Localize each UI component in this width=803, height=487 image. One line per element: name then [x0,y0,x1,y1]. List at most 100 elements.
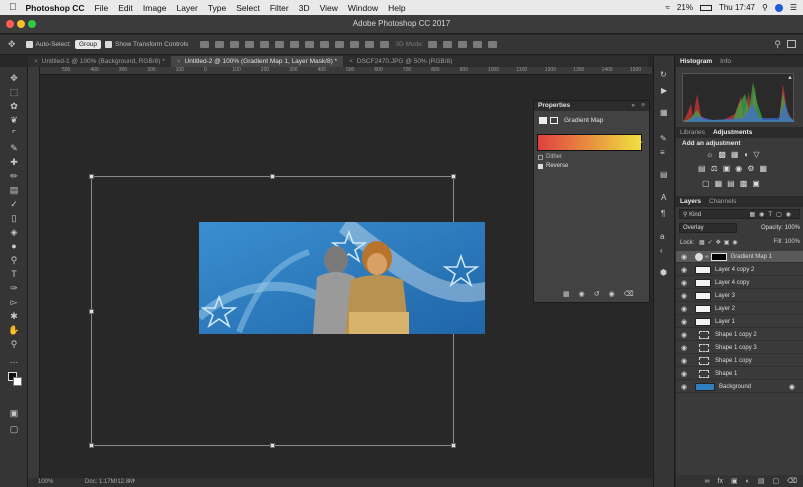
notification-center-icon[interactable]: ☰ [790,3,797,12]
exposure-icon[interactable]: ◖ [743,150,748,159]
custom-shape-tool-icon[interactable]: ✱ [7,310,21,322]
doc-tab-untitled-2[interactable]: × Untitled-2 @ 100% (Gradient Map 1, Laye… [170,56,344,67]
menu-window[interactable]: Window [348,3,378,13]
menu-layer[interactable]: Layer [177,3,198,13]
crop-tool-icon[interactable]: ⌜ [7,128,21,140]
layer-style-icon[interactable]: fx [718,478,723,485]
layer-row[interactable]: ◉ Layer 4 copy 2 [676,264,803,276]
paragraph-styles-icon[interactable]: ‹ [660,246,663,255]
layer-row[interactable]: ◉ Layer 3 [676,290,803,302]
curves-icon[interactable]: ▦ [731,150,739,159]
color-lookup-icon[interactable]: ▦ [759,164,767,173]
vertical-ruler[interactable] [28,67,40,481]
3d-roll-icon[interactable] [442,41,452,48]
histogram-warning-icon[interactable]: ▲ [787,75,793,81]
eye-visibility-icon[interactable]: ◉ [681,292,691,300]
wifi-icon[interactable]: ≈ [666,3,670,12]
layer-row[interactable]: ◉ ∞ Gradient Map 1 [676,251,803,263]
lock-icons[interactable]: ▦✓✥▣◉ [699,240,741,246]
type-tool-icon[interactable]: T [7,268,21,280]
close-tab-icon[interactable]: × [349,58,353,65]
eraser-tool-icon[interactable]: ▯ [7,212,21,224]
properties-panel-icon[interactable]: ▦ [660,108,668,117]
menu-image[interactable]: Image [143,3,167,13]
reverse-checkbox[interactable] [538,163,543,169]
more-tools-icon[interactable]: … [7,354,21,366]
tab-libraries[interactable]: Libraries [676,129,709,136]
brush-panel-icon[interactable]: ✎ [660,134,667,143]
gradient-preview[interactable] [537,134,642,151]
distribute-top-icon[interactable] [290,41,300,48]
screen-mode-icon[interactable]: ▢ [7,423,21,435]
hand-tool-icon[interactable]: ✋ [7,324,21,336]
link-layers-icon[interactable]: ∞ [705,478,710,485]
3d-panel-icon[interactable]: ⬢ [660,268,667,277]
search-icon[interactable]: ⚲ [774,39,781,50]
panel-menu-icon[interactable]: ≡ [641,102,645,109]
doc-size[interactable]: Doc: 1.17M/12.8M [85,479,134,485]
3d-orbit-icon[interactable] [427,41,437,48]
mask-icon[interactable] [550,117,558,124]
collapse-panel-icon[interactable]: » [631,102,635,109]
zoom-tool-icon[interactable]: ⚲ [7,338,21,350]
delete-icon[interactable]: ⌫ [624,290,634,298]
document-image[interactable] [199,222,485,334]
transform-handle[interactable] [451,443,456,448]
battery-icon[interactable] [699,4,712,11]
opacity-field[interactable]: Opacity: 100% [761,225,800,231]
eye-visibility-icon[interactable]: ◉ [681,253,691,261]
character-panel-icon[interactable]: A [661,193,666,202]
hue-saturation-icon[interactable]: ▤ [698,164,706,173]
distribute-vcenter-icon[interactable] [305,41,315,48]
dither-checkbox[interactable] [538,154,543,160]
vibrance-icon[interactable]: ▽ [753,150,759,159]
history-brush-tool-icon[interactable]: ✓ [7,198,21,210]
new-layer-icon[interactable]: ▢ [772,477,779,485]
auto-select-dropdown[interactable]: Group [74,40,102,49]
actions-panel-icon[interactable]: ▶ [661,86,667,95]
distribute-right-icon[interactable] [365,41,375,48]
quick-select-tool-icon[interactable]: ❦ [7,114,21,126]
color-balance-icon[interactable]: ⚖ [711,164,718,173]
layer-row[interactable]: ◉ Shape 1 copy [676,355,803,367]
brush-presets-icon[interactable]: ≡ [660,148,665,157]
tab-layers[interactable]: Layers [676,198,705,205]
menu-help[interactable]: Help [388,3,405,13]
spotlight-search-icon[interactable]: ⚲ [762,3,768,12]
blend-mode-dropdown[interactable]: Overlay [679,223,737,233]
menu-filter[interactable]: Filter [270,3,289,13]
brush-tool-icon[interactable]: ✏ [7,170,21,182]
eye-visibility-icon[interactable]: ◉ [681,331,691,339]
threshold-icon[interactable]: ▤ [727,179,735,188]
brightness-contrast-icon[interactable]: ☼ [706,150,713,159]
new-group-icon[interactable]: ▤ [758,477,765,485]
healing-brush-tool-icon[interactable]: ✚ [7,156,21,168]
eye-visibility-icon[interactable]: ◉ [681,279,691,287]
tab-histogram[interactable]: Histogram [676,58,716,65]
filter-type-icons[interactable]: ▦◉T▢◉ [750,211,795,218]
gradient-dropdown-chevron-icon[interactable]: ⌄ [638,137,644,145]
3d-slide-icon[interactable] [472,41,482,48]
menu-edit[interactable]: Edit [118,3,133,13]
new-adjustment-icon[interactable]: ◐ [746,478,750,485]
levels-icon[interactable]: ▩ [718,150,726,159]
paint-bucket-tool-icon[interactable]: ◈ [7,226,21,238]
eye-visibility-icon[interactable]: ◉ [681,383,691,391]
align-hcenter-icon[interactable] [260,41,270,48]
menu-file[interactable]: File [95,3,109,13]
layer-row[interactable]: ◉ Layer 1 [676,316,803,328]
lasso-tool-icon[interactable]: ✿ [7,100,21,112]
align-vcenter-icon[interactable] [215,41,225,48]
transform-handle[interactable] [270,443,275,448]
layer-filter-bar[interactable]: ⚲ Kind ▦◉T▢◉ [679,209,800,219]
status-menu-chevron-icon[interactable]: › [133,478,135,484]
layer-mask-thumb[interactable] [710,252,727,261]
close-tab-icon[interactable]: × [34,58,38,65]
move-tool-icon[interactable]: ✥ [7,72,21,84]
path-selection-tool-icon[interactable]: ▻ [7,296,21,308]
apple-menu-icon[interactable]:  [9,2,17,13]
layer-row[interactable]: ◉ Layer 4 copy [676,277,803,289]
auto-align-icon[interactable] [380,41,390,48]
layer-row[interactable]: ◉ Shape 1 [676,368,803,380]
eye-visibility-icon[interactable]: ◉ [681,344,691,352]
